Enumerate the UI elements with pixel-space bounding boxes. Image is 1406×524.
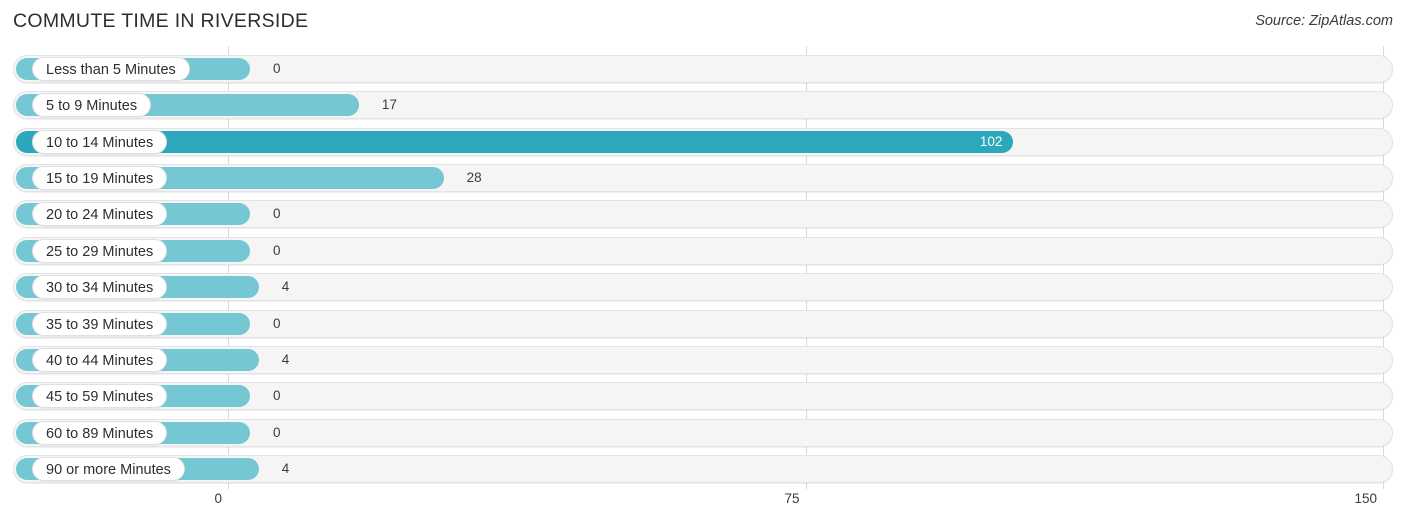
bar-row[interactable]: 0 25 to 29 Minutes (13, 236, 1393, 265)
bar-value-label: 4 (281, 279, 290, 295)
bar-value-label: 4 (281, 351, 290, 367)
category-label: 15 to 19 Minutes (32, 166, 168, 191)
bar-row[interactable]: 0 20 to 24 Minutes (13, 200, 1393, 229)
category-label: 10 to 14 Minutes (32, 129, 168, 154)
category-label: 30 to 34 Minutes (32, 275, 168, 300)
category-label: 20 to 24 Minutes (32, 202, 168, 227)
bar-value-label: 102 (979, 133, 1003, 149)
bar-value-label: 17 (381, 97, 397, 113)
category-label: 35 to 39 Minutes (32, 311, 168, 336)
category-label: 25 to 29 Minutes (32, 238, 168, 263)
axis-tick-label: 75 (784, 491, 800, 506)
bar-row[interactable]: 0 35 to 39 Minutes (13, 309, 1393, 338)
chart-header: COMMUTE TIME IN RIVERSIDE Source: ZipAtl… (0, 0, 1406, 46)
bar-value-label: 0 (273, 388, 281, 404)
category-label: Less than 5 Minutes (32, 57, 190, 81)
axis-tick-label: 0 (214, 491, 222, 506)
bar-rows: 0 Less than 5 Minutes 17 5 to 9 Minutes 102 1… (0, 46, 1406, 489)
bar-value-label: 0 (273, 242, 281, 258)
source-attribution: Source: ZipAtlas.com (1255, 13, 1393, 29)
category-label: 5 to 9 Minutes (32, 93, 152, 118)
bar-row[interactable]: 102 10 to 14 Minutes (13, 127, 1393, 156)
bar-row[interactable]: 4 90 or more Minutes (13, 454, 1393, 483)
bar-value-label: 28 (466, 170, 482, 186)
bar-value-label: 0 (273, 206, 281, 222)
bar-row[interactable]: 0 60 to 89 Minutes (13, 418, 1393, 447)
axis-tick-label: 150 (1354, 491, 1377, 506)
bar-row[interactable]: 4 40 to 44 Minutes (13, 345, 1393, 374)
bar-value-label: 0 (273, 315, 281, 331)
x-axis: 0 75 150 (0, 489, 1406, 524)
bar-value-label: 0 (273, 61, 281, 76)
category-label: 90 or more Minutes (32, 456, 185, 481)
bar-row[interactable]: 4 30 to 34 Minutes (13, 273, 1393, 302)
bar-value-label: 0 (273, 424, 281, 440)
category-label: 40 to 44 Minutes (32, 347, 168, 372)
bar-row[interactable]: 17 5 to 9 Minutes (13, 91, 1393, 120)
bar-row[interactable]: 28 15 to 19 Minutes (13, 164, 1393, 193)
category-label: 45 to 59 Minutes (32, 384, 168, 409)
bar-value-label: 4 (281, 460, 290, 476)
bar-row[interactable]: 0 45 to 59 Minutes (13, 382, 1393, 411)
page-title: COMMUTE TIME IN RIVERSIDE (13, 10, 309, 32)
chart-plot-area: 0 Less than 5 Minutes 17 5 to 9 Minutes 102 1… (0, 46, 1406, 489)
category-label: 60 to 89 Minutes (32, 420, 168, 445)
bar-row[interactable]: 0 Less than 5 Minutes (13, 55, 1393, 83)
